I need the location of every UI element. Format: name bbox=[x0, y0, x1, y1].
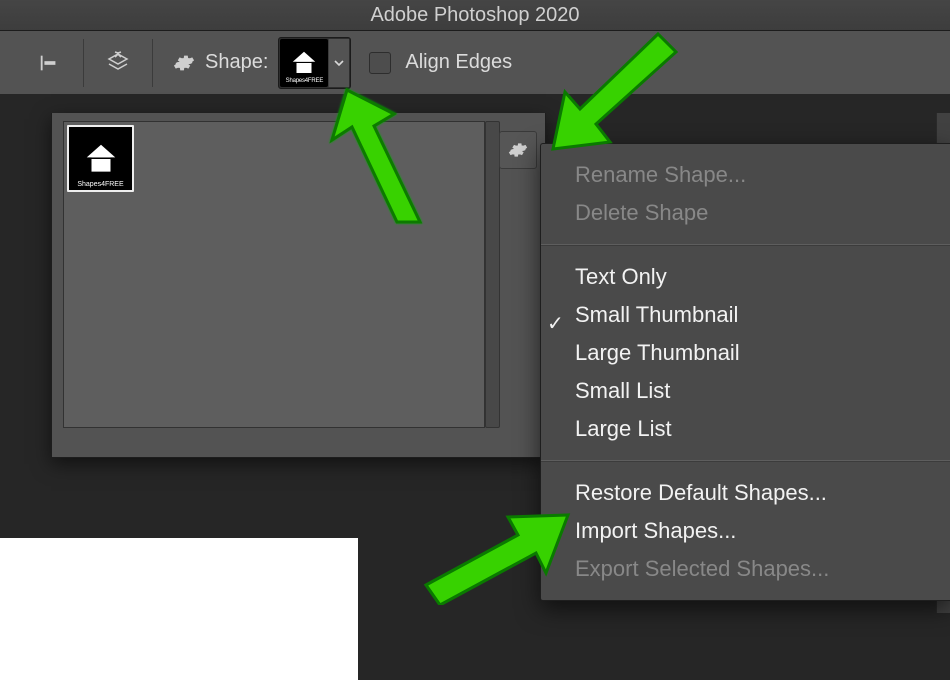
chevron-down-icon[interactable] bbox=[328, 39, 349, 87]
menu-delete-shape: Delete Shape bbox=[541, 194, 950, 232]
canvas[interactable] bbox=[0, 538, 358, 680]
shape-thumb-caption: Shapes4FREE bbox=[69, 181, 132, 188]
menu-large-list[interactable]: Large List bbox=[541, 410, 950, 448]
divider bbox=[152, 39, 153, 87]
scrollbar[interactable] bbox=[485, 121, 500, 428]
gear-icon[interactable] bbox=[173, 52, 195, 74]
menu-separator bbox=[541, 244, 950, 246]
menu-small-thumbnail-label: Small Thumbnail bbox=[575, 302, 738, 327]
shape-label: Shape: bbox=[205, 51, 268, 74]
swatch-caption: Shapes4FREE bbox=[281, 78, 327, 84]
divider bbox=[83, 39, 84, 87]
align-tool-icon[interactable] bbox=[35, 49, 63, 77]
menu-large-thumbnail[interactable]: Large Thumbnail bbox=[541, 334, 950, 372]
shape-context-menu: Rename Shape... Delete Shape Text Only ✓… bbox=[540, 143, 950, 601]
panel-gear-button[interactable] bbox=[499, 131, 537, 169]
title-bar: Adobe Photoshop 2020 bbox=[0, 0, 950, 31]
shape-grid[interactable]: Shapes4FREE bbox=[63, 121, 485, 428]
app-title: Adobe Photoshop 2020 bbox=[370, 4, 579, 26]
menu-export-selected-shapes: Export Selected Shapes... bbox=[541, 550, 950, 588]
menu-separator bbox=[541, 460, 950, 462]
menu-import-shapes[interactable]: Import Shapes... bbox=[541, 512, 950, 550]
align-edges-label: Align Edges bbox=[405, 51, 512, 74]
menu-small-thumbnail[interactable]: ✓ Small Thumbnail bbox=[541, 296, 950, 334]
options-bar: Shape: Shapes4FREE Align Edges bbox=[0, 31, 950, 95]
menu-small-list[interactable]: Small List bbox=[541, 372, 950, 410]
menu-rename-shape: Rename Shape... bbox=[541, 156, 950, 194]
shape-picker[interactable]: Shapes4FREE bbox=[278, 37, 351, 89]
menu-text-only[interactable]: Text Only bbox=[541, 258, 950, 296]
menu-restore-default-shapes[interactable]: Restore Default Shapes... bbox=[541, 474, 950, 512]
shape-thumb[interactable]: Shapes4FREE bbox=[67, 125, 134, 192]
align-edges-checkbox[interactable] bbox=[369, 52, 391, 74]
shape-picker-panel: Shapes4FREE bbox=[51, 113, 546, 458]
layers-icon[interactable] bbox=[104, 49, 132, 77]
shape-swatch[interactable]: Shapes4FREE bbox=[280, 39, 328, 87]
